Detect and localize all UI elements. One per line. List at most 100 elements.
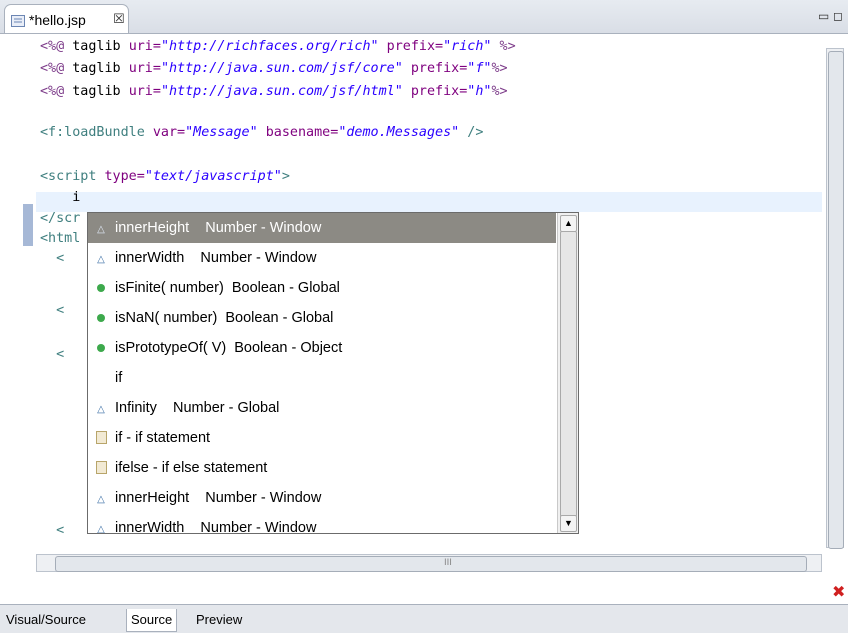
code-token: uri= [128,84,161,99]
vertical-ruler [10,34,36,554]
editor-tab-hello-jsp[interactable]: *hello.jsp ☒ [4,4,129,33]
code-line: <%@ taglib uri="http://java.sun.com/jsf/… [40,81,508,103]
code-token: /> [459,125,484,140]
code-token: prefix= [402,61,468,76]
code-line: <%@ taglib uri="http://richfaces.org/ric… [40,36,516,58]
code-token: </scr [40,211,81,226]
code-token: prefix= [402,84,468,99]
content-assist-scrollbar[interactable]: ▲ ▼ [557,213,578,533]
scroll-down-arrow-icon[interactable]: ▼ [560,515,577,532]
code-line: <f:loadBundle var="Message" basename="de… [40,122,483,144]
code-token: < [40,303,65,318]
content-assist-item[interactable]: isPrototypeOf( V) Boolean - Object [88,333,556,363]
tab-title: *hello.jsp [29,12,86,28]
content-assist-item-label: innerWidth Number - Window [115,520,317,534]
code-token: "http://richfaces.org/rich" [160,39,379,54]
content-assist-item[interactable]: △ innerWidth Number - Window [88,243,556,273]
content-assist-item-label: isNaN( number) Boolean - Global [115,310,334,326]
method-dot-icon [94,273,108,303]
field-triangle-icon: △ [97,254,105,265]
method-dot-icon [94,303,108,333]
content-assist-item[interactable]: ifelse - if else statement [88,453,556,483]
editor-horizontal-scrollbar[interactable]: III [36,554,822,572]
content-assist-item[interactable]: isFinite( number) Boolean - Global [88,273,556,303]
code-token: < [40,523,65,538]
code-token: "text/javascript" [144,169,282,184]
code-token: "f" [467,61,492,76]
scroll-up-arrow-icon[interactable]: ▲ [560,215,577,232]
content-assist-item[interactable]: if [88,363,556,393]
content-assist-popup[interactable]: ▲ ▼ △ innerHeight Number - Window △ innerWi… [87,212,579,534]
content-assist-item-label: isFinite( number) Boolean - Global [115,280,340,296]
error-marker-icon[interactable]: ✖ [832,582,845,601]
content-assist-item-label: isPrototypeOf( V) Boolean - Object [115,340,343,356]
code-token: uri= [128,39,161,54]
scroll-grip: III [444,558,452,568]
code-token: < [40,347,65,362]
ruler-change-marker [23,204,33,246]
code-token: > [281,169,290,184]
code-token: %> [491,39,516,54]
code-token: %> [491,84,508,99]
code-token: <%@ [40,39,73,54]
close-tab-icon[interactable]: ☒ [113,12,125,27]
code-token: taglib [72,61,129,76]
content-assist-item-label: innerHeight Number - Window [115,490,322,506]
code-token: <f:loadBundle [40,125,153,140]
content-assist-scroll-thumb[interactable] [560,231,577,517]
code-token: <html [40,231,81,246]
code-token: prefix= [378,39,444,54]
code-token: <%@ [40,61,73,76]
field-triangle-icon: △ [97,404,105,415]
editor-vertical-scrollbar[interactable] [826,48,844,549]
code-token: "Message" [185,125,258,140]
content-assist-item[interactable]: △ Infinity Number - Global [88,393,556,423]
code-token: "http://java.sun.com/jsf/core" [160,61,403,76]
minimize-icon[interactable]: ▭ [818,9,829,23]
content-assist-item-label: innerHeight Number - Window [115,220,322,236]
code-line: <script type="text/javascript"> [40,166,290,188]
code-token: < [40,251,65,266]
code-line: < [40,520,64,542]
template-icon [94,423,108,455]
content-assist-item-label: innerWidth Number - Window [115,250,317,266]
code-line: <%@ taglib uri="http://java.sun.com/jsf/… [40,58,508,80]
code-token: "h" [467,84,492,99]
field-triangle-icon: △ [97,224,105,235]
content-assist-item[interactable]: △ innerWidth Number - Window [88,513,556,534]
field-triangle-icon: △ [97,524,105,534]
content-assist-item[interactable]: △ innerHeight Number - Window [88,213,556,243]
editor-mode-tabs: Visual/Source Source Preview [0,604,848,633]
content-assist-item[interactable]: isNaN( number) Boolean - Global [88,303,556,333]
code-token: i [40,190,81,205]
mode-tab-source[interactable]: Source [126,609,178,632]
vertical-scroll-thumb[interactable] [828,51,844,549]
code-token: %> [491,61,508,76]
mode-tab-preview[interactable]: Preview [192,609,246,631]
current-line-highlight [36,192,822,212]
code-token: uri= [128,61,161,76]
content-assist-item-label: ifelse - if else statement [115,460,268,476]
code-token: "demo.Messages" [338,125,460,140]
code-line: < [40,300,64,322]
code-line: </scr [40,208,80,230]
code-token: "http://java.sun.com/jsf/html" [160,84,403,99]
template-icon [94,453,108,485]
maximize-icon[interactable]: ◻ [833,9,843,23]
code-line: < [40,344,64,366]
field-triangle-icon: △ [97,494,105,505]
mode-tab-visual-source[interactable]: Visual/Source [2,609,90,631]
content-assist-item-label: if - if statement [115,430,211,446]
content-assist-item[interactable]: if - if statement [88,423,556,453]
code-token: <%@ [40,84,73,99]
code-token: taglib [72,39,129,54]
editor-tab-strip: *hello.jsp ☒ ▭ ◻ [0,0,848,34]
code-token: type= [104,169,145,184]
content-assist-item[interactable]: △ innerHeight Number - Window [88,483,556,513]
content-assist-item-label: Infinity Number - Global [115,400,280,416]
code-token: basename= [257,125,339,140]
code-token: taglib [72,84,129,99]
code-token: var= [152,125,186,140]
method-dot-icon [94,333,108,363]
horizontal-scroll-thumb[interactable]: III [55,556,807,572]
